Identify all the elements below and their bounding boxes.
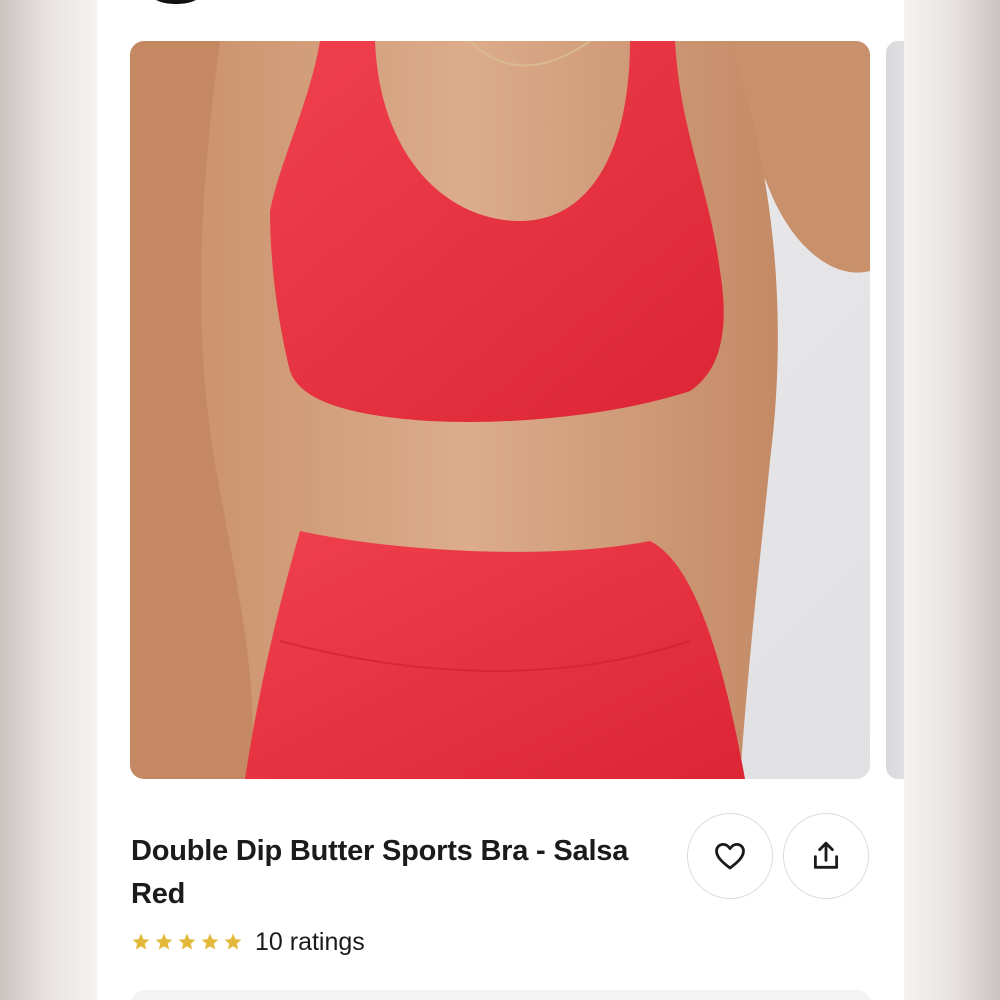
ratings-count[interactable]: 10 ratings: [255, 928, 365, 957]
star-icon: [224, 933, 242, 950]
share-button[interactable]: [783, 813, 869, 899]
share-icon: [813, 841, 839, 869]
star-icon: [178, 933, 196, 950]
next-image-preview[interactable]: [886, 41, 904, 779]
product-image[interactable]: [130, 41, 870, 779]
favorite-button[interactable]: [687, 813, 773, 899]
star-icon: [132, 933, 150, 950]
product-title: Double Dip Butter Sports Bra - Salsa Red: [131, 835, 629, 910]
product-screen: Double Dip Butter Sports Bra - Salsa Red…: [98, 0, 904, 1000]
star-icon: [155, 933, 173, 950]
rating-row[interactable]: 10 ratings: [131, 924, 365, 960]
star-rating: [131, 932, 243, 952]
star-icon: [201, 933, 219, 950]
heart-icon: [715, 842, 745, 870]
app-logo: [144, 0, 208, 4]
next-section-card: [131, 990, 871, 1000]
